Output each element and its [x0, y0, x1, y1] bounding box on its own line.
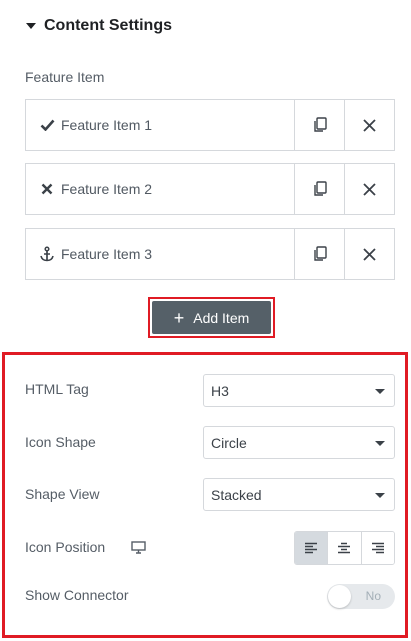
remove-button[interactable] [344, 164, 394, 214]
shape-view-value: Stacked [211, 486, 262, 503]
toggle-state-label: No [365, 589, 381, 603]
feature-item-label: Feature Item [25, 69, 105, 85]
html-tag-value: H3 [211, 382, 229, 399]
icon-shape-label: Icon Shape [25, 434, 96, 450]
copy-icon [313, 246, 327, 261]
content-settings-header[interactable]: Content Settings [26, 14, 172, 38]
check-icon [38, 119, 56, 131]
repeater-item-title[interactable]: Feature Item 3 [26, 229, 294, 279]
duplicate-button[interactable] [294, 229, 344, 279]
icon-shape-select[interactable]: Circle [203, 426, 395, 459]
dropdown-arrow-icon [375, 441, 385, 446]
desktop-device-icon[interactable] [131, 541, 146, 559]
repeater-item: Feature Item 1 [25, 99, 395, 151]
add-item-label: Add Item [193, 309, 250, 326]
icon-position-choices [294, 531, 395, 565]
html-tag-label: HTML Tag [25, 381, 89, 397]
show-connector-label: Show Connector [25, 587, 129, 603]
align-center-button[interactable] [327, 532, 361, 564]
repeater-item-title[interactable]: Feature Item 1 [26, 100, 294, 150]
close-icon [363, 247, 376, 261]
anchor-icon [38, 246, 56, 262]
repeater-item: Feature Item 3 [25, 228, 395, 280]
duplicate-button[interactable] [294, 100, 344, 150]
copy-icon [313, 117, 327, 132]
dropdown-arrow-icon [375, 493, 385, 498]
repeater-item-label: Feature Item 3 [61, 246, 153, 262]
caret-down-icon [26, 23, 36, 29]
add-item-button[interactable]: + Add Item [152, 301, 271, 334]
close-icon [363, 118, 376, 132]
align-right-button[interactable] [360, 532, 394, 564]
shape-view-label: Shape View [25, 486, 100, 502]
repeater-item: Feature Item 2 [25, 163, 395, 215]
copy-icon [313, 181, 327, 196]
dropdown-arrow-icon [375, 389, 385, 394]
show-connector-toggle[interactable]: No [327, 584, 395, 609]
repeater-item-label: Feature Item 1 [61, 117, 153, 133]
times-icon [38, 183, 56, 195]
repeater-item-label: Feature Item 2 [61, 181, 153, 197]
shape-view-select[interactable]: Stacked [203, 478, 395, 511]
add-item-highlight: + Add Item [148, 297, 275, 338]
icon-position-label: Icon Position [25, 539, 106, 555]
toggle-knob [328, 585, 351, 608]
align-center-icon [338, 542, 351, 554]
align-right-icon [371, 542, 384, 554]
repeater-item-title[interactable]: Feature Item 2 [26, 164, 294, 214]
duplicate-button[interactable] [294, 164, 344, 214]
remove-button[interactable] [344, 229, 394, 279]
align-left-button[interactable] [295, 532, 328, 564]
align-left-icon [305, 542, 318, 554]
html-tag-select[interactable]: H3 [203, 374, 395, 407]
icon-shape-value: Circle [211, 434, 247, 451]
remove-button[interactable] [344, 100, 394, 150]
plus-icon: + [173, 307, 185, 328]
close-icon [363, 182, 376, 196]
section-title: Content Settings [44, 17, 172, 34]
